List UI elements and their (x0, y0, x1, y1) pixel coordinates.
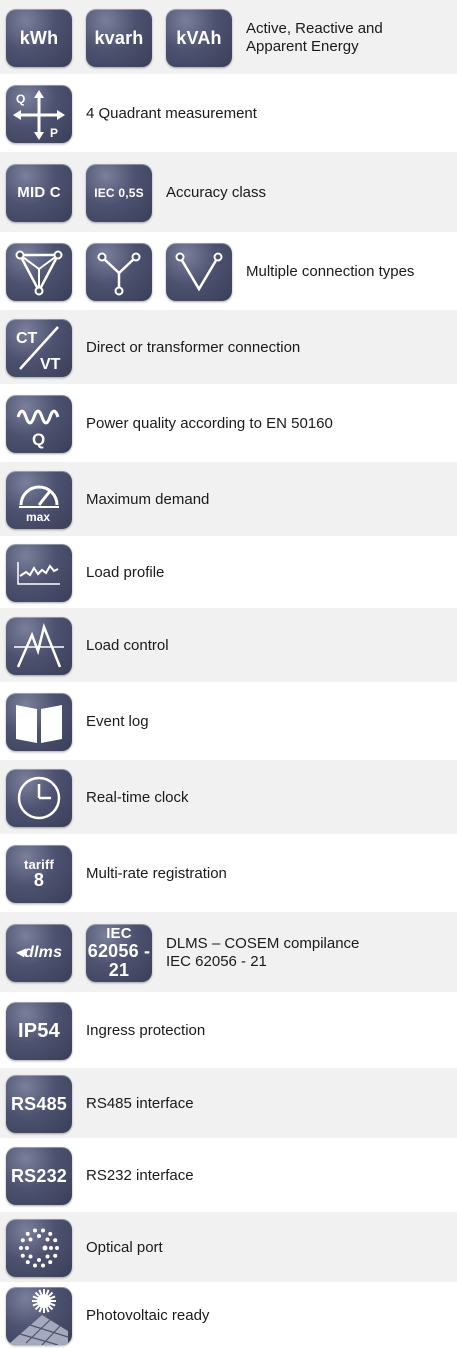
feature-row-connection-types: Multiple connection types (0, 234, 457, 310)
optical-port-icon (6, 1219, 72, 1277)
max-demand-icon: max (6, 471, 72, 529)
feature-row-tariff: tariff 8 Multi-rate registration (0, 836, 457, 912)
feature-label: Active, Reactive and Apparent Energy (246, 20, 383, 55)
kvarh-icon: kvarh (86, 9, 152, 67)
feature-row-dlms: ◂dlms IEC 62056 - 21 DLMS – COSEM compil… (0, 912, 457, 994)
v-connection-icon (166, 243, 232, 301)
event-log-icon (6, 693, 72, 751)
ct-vt-icon: CT VT (6, 319, 72, 377)
feature-row-max-demand: max Maximum demand (0, 462, 457, 538)
iec-05s-icon: IEC 0,5S (86, 164, 152, 222)
feature-row-rs232: RS232 RS232 interface (0, 1140, 457, 1212)
feature-label: Maximum demand (86, 491, 210, 508)
feature-list: kWh kvarh kVAh Active, Reactive and Appa… (0, 0, 457, 1348)
feature-row-power-quality: Q Power quality according to EN 50160 (0, 386, 457, 462)
feature-row-optical-port: Optical port (0, 1212, 457, 1284)
feature-label: Accuracy class (166, 184, 267, 201)
load-profile-icon (6, 544, 72, 602)
feature-label: DLMS – COSEM compilance IEC 62056 - 21 (166, 935, 360, 970)
feature-label: Multi-rate registration (86, 865, 227, 882)
feature-label: RS232 interface (86, 1167, 194, 1184)
feature-label: Multiple connection types (246, 263, 415, 280)
ip54-icon: IP54 (6, 1002, 72, 1060)
delta-connection-icon (6, 243, 72, 301)
feature-label: Direct or transformer connection (86, 339, 301, 356)
feature-label: Ingress protection (86, 1022, 206, 1039)
dlms-icon: ◂dlms (6, 924, 72, 982)
feature-row-event-log: Event log (0, 684, 457, 760)
kwh-icon: kWh (6, 9, 72, 67)
feature-row-accuracy: MID C IEC 0,5S Accuracy class (0, 152, 457, 234)
photovoltaic-icon (6, 1287, 72, 1345)
feature-row-rs485: RS485 RS485 interface (0, 1068, 457, 1140)
tariff-icon: tariff 8 (6, 845, 72, 903)
svg-text:CT: CT (16, 330, 38, 347)
svg-text:Q: Q (32, 430, 45, 449)
feature-row-energy: kWh kvarh kVAh Active, Reactive and Appa… (0, 0, 457, 76)
svg-text:P: P (50, 126, 58, 140)
load-control-icon (6, 617, 72, 675)
svg-text:VT: VT (40, 356, 61, 373)
feature-label: Optical port (86, 1239, 163, 1256)
feature-row-clock: Real-time clock (0, 760, 457, 836)
feature-label: 4 Quadrant measurement (86, 105, 257, 122)
clock-icon (6, 769, 72, 827)
rs485-icon: RS485 (6, 1075, 72, 1133)
kvah-icon: kVAh (166, 9, 232, 67)
feature-label: Power quality according to EN 50160 (86, 415, 333, 432)
svg-text:max: max (26, 510, 50, 524)
star-connection-icon (86, 243, 152, 301)
svg-text:Q: Q (16, 92, 25, 106)
feature-label: RS485 interface (86, 1095, 194, 1112)
feature-label: Photovoltaic ready (86, 1307, 210, 1324)
mid-c-icon: MID C (6, 164, 72, 222)
feature-row-ct-vt: CT VT Direct or transformer connection (0, 310, 457, 386)
feature-row-load-control: Load control (0, 608, 457, 684)
rs232-icon: RS232 (6, 1147, 72, 1205)
feature-label: Real-time clock (86, 789, 189, 806)
feature-row-photovoltaic: Photovoltaic ready (0, 1284, 457, 1348)
quadrant-icon: Q P (6, 85, 72, 143)
feature-label: Event log (86, 713, 149, 730)
feature-label: Load control (86, 637, 169, 654)
feature-row-ip54: IP54 Ingress protection (0, 994, 457, 1068)
iec-62056-icon: IEC 62056 - 21 (86, 924, 152, 982)
feature-row-quadrant: Q P 4 Quadrant measurement (0, 76, 457, 152)
feature-label: Load profile (86, 564, 165, 581)
power-quality-icon: Q (6, 395, 72, 453)
feature-row-load-profile: Load profile (0, 538, 457, 608)
